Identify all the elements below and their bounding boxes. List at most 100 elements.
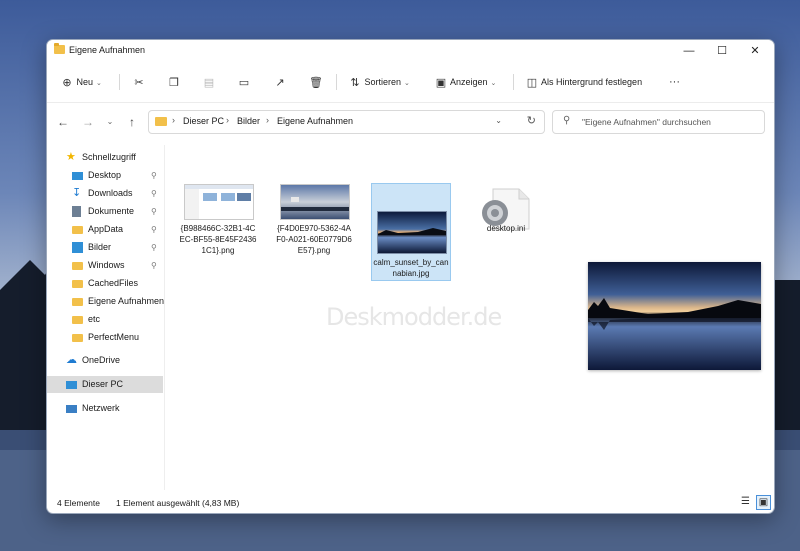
details-view-icon[interactable]: ☰	[739, 495, 752, 508]
address-bar[interactable]: › Dieser PC › Bilder › Eigene Aufnahmen …	[148, 110, 545, 134]
sidebar-item-label: Eigene Aufnahmen	[88, 296, 165, 306]
command-bar: ⊕ Neu ⌄ ✂ ❐ ▤ ▭ ↗ 🗑 ⇅ Sortieren ⌄ ▣ Anzeig…	[47, 62, 774, 103]
sidebar-item-label: Schnellzugriff	[82, 152, 136, 162]
download-icon: ↧	[72, 187, 82, 199]
file-item[interactable]: desktop.ini	[467, 179, 545, 259]
set-background-button[interactable]: ◫ Als Hintergrund festlegen	[525, 74, 642, 90]
title-bar: Eigene Aufnahmen — ☐ ✕	[47, 40, 774, 62]
file-item-selected[interactable]: calm_sunset_by_cannabian.jpg	[371, 183, 451, 281]
chevron-right-icon: ›	[226, 115, 229, 125]
cut-button[interactable]: ✂	[132, 74, 146, 90]
copy-button[interactable]: ❐	[167, 74, 181, 90]
sidebar-item-label: Dokumente	[88, 206, 135, 216]
pin-icon: ⚲	[151, 225, 157, 234]
maximize-button[interactable]: ☐	[704, 40, 740, 62]
sidebar-item-label: CachedFiles	[88, 278, 139, 288]
view-button[interactable]: ▣ Anzeigen ⌄	[434, 74, 497, 90]
folder-icon	[72, 316, 83, 324]
folder-icon	[72, 280, 83, 288]
sidebar-item-documents[interactable]: Dokumente ⚲	[47, 203, 163, 220]
rename-button[interactable]: ▭	[237, 74, 251, 90]
share-button[interactable]: ↗	[273, 74, 287, 90]
sidebar-item-etc[interactable]: etc	[47, 311, 163, 328]
file-item[interactable]: {F4D0E970-5362-4AF0-A021-60E0779D6E57}.p…	[275, 179, 353, 259]
file-item[interactable]: {B988466C-32B1-4CEC-BF55-8E45F24361C1}.p…	[179, 179, 257, 259]
file-name: {F4D0E970-5362-4AF0-A021-60E0779D6E57}.p…	[276, 224, 352, 255]
scissors-icon: ✂	[134, 76, 144, 89]
close-button[interactable]: ✕	[737, 40, 773, 62]
minimize-button[interactable]: —	[671, 40, 707, 62]
sidebar-item-desktop[interactable]: Desktop ⚲	[47, 167, 163, 184]
new-label: Neu	[76, 77, 94, 87]
pin-icon: ⚲	[151, 243, 157, 252]
folder-icon	[72, 262, 83, 270]
cloud-icon: ☁	[66, 354, 77, 366]
sidebar-item-perfectmenu[interactable]: PerfectMenu	[47, 329, 163, 346]
sidebar-item-network[interactable]: Netzwerk	[47, 400, 163, 417]
view-label: Anzeigen	[450, 77, 488, 87]
sidebar-item-label: Dieser PC	[82, 379, 124, 389]
sidebar-item-appdata[interactable]: AppData ⚲	[47, 221, 163, 238]
desktop-icon	[72, 172, 83, 180]
search-input[interactable]: ⚲ "Eigene Aufnahmen" durchsuchen	[552, 110, 765, 134]
address-row: ← → ⌄ ↑ › Dieser PC › Bilder › Eigene Au…	[47, 108, 774, 138]
pictures-icon	[72, 242, 83, 253]
chevron-down-icon[interactable]: ⌄	[495, 116, 502, 125]
sidebar-item-onedrive[interactable]: ☁ OneDrive	[47, 352, 163, 369]
up-arrow-icon[interactable]: ↑	[125, 115, 139, 129]
sidebar-item-quick-access[interactable]: ★ Schnellzugriff	[47, 149, 163, 166]
share-icon: ↗	[275, 76, 285, 89]
preview-image	[588, 262, 761, 370]
view-icon: ▣	[435, 76, 447, 89]
breadcrumb-item[interactable]: Bilder	[237, 116, 260, 126]
chevron-right-icon: ›	[266, 115, 269, 125]
pin-icon: ⚲	[151, 207, 157, 216]
search-icon: ⚲	[563, 115, 571, 126]
pin-icon: ⚲	[151, 189, 157, 198]
sidebar-item-downloads[interactable]: ↧ Downloads ⚲	[47, 185, 163, 202]
pin-icon: ⚲	[151, 171, 157, 180]
paste-button[interactable]: ▤	[202, 74, 216, 90]
clipboard-icon: ▤	[203, 76, 215, 89]
set-background-label: Als Hintergrund festlegen	[541, 77, 643, 87]
wallpaper-icon: ◫	[526, 76, 538, 89]
sidebar-item-pictures[interactable]: Bilder ⚲	[47, 239, 163, 256]
sort-button[interactable]: ⇅ Sortieren ⌄	[348, 74, 410, 90]
back-arrow-icon[interactable]: ←	[56, 115, 70, 129]
sidebar-item-label: Windows	[88, 260, 125, 270]
file-name: {B988466C-32B1-4CEC-BF55-8E45F24361C1}.p…	[179, 224, 257, 255]
sidebar-item-windows[interactable]: Windows ⚲	[47, 257, 163, 274]
sidebar-item-cachedfiles[interactable]: CachedFiles	[47, 275, 163, 292]
selection-info: 1 Element ausgewählt (4,83 MB)	[116, 498, 240, 508]
star-icon: ★	[66, 151, 76, 163]
delete-button[interactable]: 🗑	[309, 74, 323, 90]
sidebar-item-label: OneDrive	[82, 355, 121, 365]
breadcrumb-item[interactable]: Eigene Aufnahmen	[277, 116, 353, 126]
tiles-view-icon[interactable]: ▣	[756, 495, 771, 510]
navigation-pane: ★ Schnellzugriff Desktop ⚲ ↧ Downloads ⚲…	[47, 145, 165, 490]
forward-arrow-icon[interactable]: →	[81, 115, 95, 129]
search-placeholder: "Eigene Aufnahmen" durchsuchen	[582, 117, 711, 127]
sidebar-item-label: PerfectMenu	[88, 332, 140, 342]
divider	[513, 74, 514, 90]
sidebar-item-label: Bilder	[88, 242, 112, 252]
divider	[119, 74, 120, 90]
file-name: desktop.ini	[486, 224, 526, 233]
rename-icon: ▭	[238, 76, 250, 89]
screenshot-thumbnail	[184, 184, 254, 220]
status-bar: 4 Elemente 1 Element ausgewählt (4,83 MB…	[47, 492, 774, 512]
divider	[336, 74, 337, 90]
refresh-icon[interactable]: ↻	[527, 114, 536, 127]
new-button[interactable]: ⊕ Neu ⌄	[60, 74, 102, 90]
more-options-button[interactable]: ···	[669, 74, 680, 90]
folder-icon	[155, 117, 167, 126]
sidebar-item-this-pc[interactable]: Dieser PC	[47, 376, 163, 393]
breadcrumb-item[interactable]: Dieser PC	[183, 116, 224, 126]
file-name: calm_sunset_by_cannabian.jpg	[373, 258, 449, 278]
sidebar-item-label: Downloads	[88, 188, 133, 198]
plus-circle-icon: ⊕	[62, 76, 72, 89]
recent-chevron-icon[interactable]: ⌄	[103, 115, 117, 129]
sidebar-item-eigene-aufnahmen[interactable]: Eigene Aufnahmen	[47, 293, 165, 310]
chevron-right-icon: ›	[172, 115, 175, 125]
sidebar-item-label: etc	[88, 314, 101, 324]
